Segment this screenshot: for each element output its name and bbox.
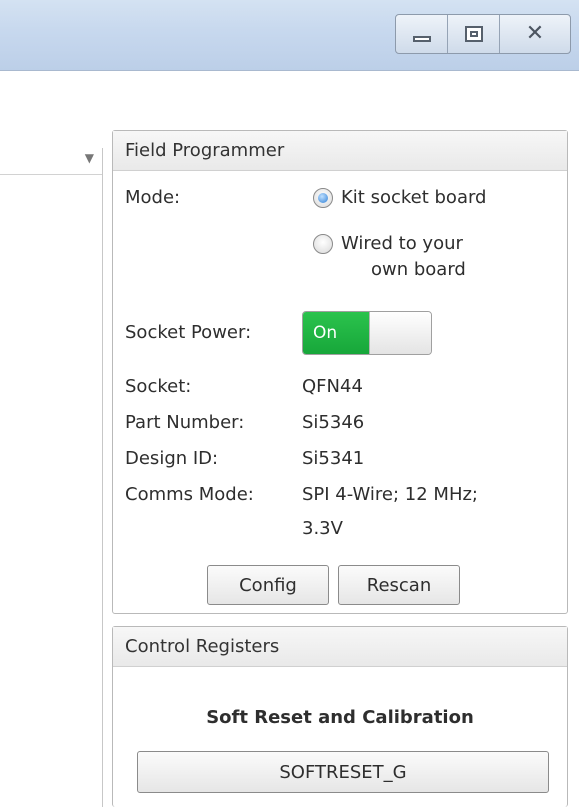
mode-label: Mode: (125, 187, 181, 208)
mode-option-kit-socket[interactable]: Kit socket board (313, 185, 487, 211)
toggle-knob[interactable] (369, 312, 431, 354)
part-number-label: Part Number: (125, 412, 245, 433)
comms-mode-label: Comms Mode: (125, 484, 254, 505)
socket-power-state: On (303, 312, 369, 354)
rescan-button[interactable]: Rescan (338, 565, 460, 605)
mode-option-wired[interactable]: Wired to your own board (313, 231, 466, 283)
left-pane-header[interactable]: ▼ (0, 148, 102, 175)
minimize-button[interactable] (396, 15, 448, 53)
close-icon: ✕ (525, 21, 545, 46)
control-registers-title: Control Registers (113, 627, 567, 667)
radio-kit-socket-board[interactable] (313, 188, 333, 208)
chevron-down-icon[interactable]: ▼ (85, 151, 94, 165)
socket-power-label: Socket Power: (125, 322, 252, 343)
part-number-value: Si5346 (302, 412, 365, 433)
field-programmer-title: Field Programmer (113, 131, 567, 171)
socket-power-toggle[interactable]: On (302, 311, 432, 355)
comms-mode-value-line1: SPI 4-Wire; 12 MHz; (302, 484, 479, 505)
control-registers-panel: Control Registers Soft Reset and Calibra… (112, 626, 568, 807)
window-title-bar: ✕ (0, 0, 579, 71)
close-button[interactable]: ✕ (500, 15, 570, 53)
radio-wired-label: Wired to your own board (341, 231, 466, 283)
window-controls: ✕ (395, 14, 571, 54)
socket-value: QFN44 (302, 376, 363, 397)
socket-label: Socket: (125, 376, 192, 397)
comms-mode-value-line2: 3.3V (302, 518, 343, 539)
config-button[interactable]: Config (207, 565, 329, 605)
radio-wired-label-line2: own board (371, 259, 466, 280)
radio-wired-own-board[interactable] (313, 234, 333, 254)
softreset-g-button[interactable]: SOFTRESET_G (137, 751, 549, 793)
design-id-label: Design ID: (125, 448, 219, 469)
field-programmer-panel: Field Programmer Mode: Kit socket board … (112, 130, 568, 614)
maximize-button[interactable] (448, 15, 500, 53)
design-id-value: Si5341 (302, 448, 365, 469)
minimize-icon (412, 36, 431, 42)
soft-reset-calibration-title: Soft Reset and Calibration (206, 707, 474, 728)
maximize-icon (464, 26, 483, 42)
radio-wired-label-line1: Wired to your (341, 233, 463, 254)
radio-kit-socket-label: Kit socket board (341, 187, 487, 208)
left-pane: ▼ (0, 148, 103, 807)
